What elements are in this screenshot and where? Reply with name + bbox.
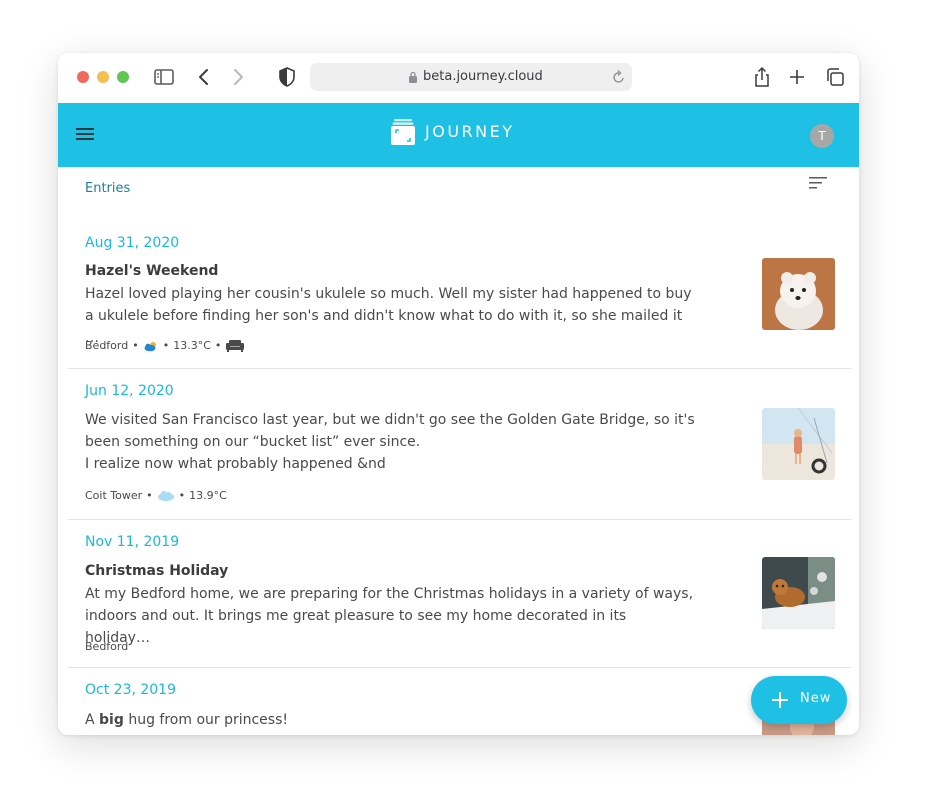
entry-meta: Coit Tower • • 13.9°C xyxy=(85,489,227,502)
brand-name: JOURNEY xyxy=(425,122,515,141)
entry-excerpt-line: We visited San Francisco last year, but … xyxy=(85,412,695,428)
entry-excerpt-line: indoors and out. It brings me great plea… xyxy=(85,608,627,646)
entry-excerpt-text: A xyxy=(85,712,100,728)
menu-icon[interactable] xyxy=(76,127,94,141)
entry-excerpt-bold: big xyxy=(99,712,124,728)
new-entry-label: New xyxy=(800,691,832,706)
entry-meta: Bedford xyxy=(85,640,128,653)
entry-card[interactable]: Oct 23, 2019 A big hug from our princess… xyxy=(68,668,851,735)
new-tab-icon[interactable] xyxy=(785,65,809,89)
plus-icon xyxy=(772,692,788,708)
entry-meta: Bedford • • 13.3°C • xyxy=(85,339,245,352)
back-icon[interactable] xyxy=(192,65,216,89)
entry-photo-beach xyxy=(762,408,835,480)
entry-excerpt-line: Hazel loved playing her cousin's ukulele… xyxy=(85,286,692,302)
reload-icon[interactable] xyxy=(612,69,626,85)
entry-excerpt-line: At my Bedford home, we are preparing for… xyxy=(85,586,694,602)
entry-temperature: 13.9°C xyxy=(189,489,227,502)
partly-cloudy-icon xyxy=(144,341,156,351)
entry-excerpt: At my Bedford home, we are preparing for… xyxy=(85,583,695,649)
entry-date: Jun 12, 2020 xyxy=(85,383,174,399)
entry-excerpt-line: I realize now what probably happened &nd xyxy=(85,456,386,472)
zoom-window-button[interactable] xyxy=(117,71,129,83)
entry-card[interactable]: Aug 31, 2020 Hazel's Weekend Hazel loved… xyxy=(68,221,851,369)
app-header: JOURNEY T xyxy=(58,103,859,167)
share-icon[interactable] xyxy=(750,65,774,89)
entry-photo-puppy-snow xyxy=(762,557,835,629)
entry-card[interactable]: Nov 11, 2019 Christmas Holiday At my Bed… xyxy=(68,520,851,668)
entry-title: Hazel's Weekend xyxy=(85,263,219,279)
address-bar[interactable]: beta.journey.cloud xyxy=(310,63,632,91)
entry-location: Bedford xyxy=(85,339,129,352)
entry-date: Nov 11, 2019 xyxy=(85,534,180,550)
entry-excerpt: We visited San Francisco last year, but … xyxy=(85,409,695,475)
entry-location: Coit Tower xyxy=(85,489,143,502)
entry-photo-dog xyxy=(762,258,835,330)
entry-location: Bedford xyxy=(85,640,129,653)
browser-window: beta.journey.cloud JOURNEY T Entries Aug… xyxy=(58,53,859,735)
entry-excerpt-text: hug from our princess! xyxy=(123,712,288,728)
entries-heading[interactable]: Entries xyxy=(85,181,130,196)
sidebar-icon[interactable] xyxy=(152,65,176,89)
address-url: beta.journey.cloud xyxy=(423,69,543,84)
entry-excerpt-line: been something on our “bucket list” ever… xyxy=(85,434,421,450)
tab-overview-icon[interactable] xyxy=(823,65,847,89)
couch-icon xyxy=(226,340,245,352)
sort-icon[interactable] xyxy=(808,176,828,190)
close-window-button[interactable] xyxy=(77,71,89,83)
entry-date: Oct 23, 2019 xyxy=(85,682,176,698)
entry-title: Christmas Holiday xyxy=(85,563,229,579)
avatar[interactable]: T xyxy=(810,124,834,148)
new-entry-button[interactable]: New xyxy=(751,676,847,724)
minimize-window-button[interactable] xyxy=(97,71,109,83)
cloud-icon xyxy=(157,491,174,501)
entry-card[interactable]: Jun 12, 2020 We visited San Francisco la… xyxy=(68,369,851,520)
lock-icon xyxy=(409,71,417,83)
entry-date: Aug 31, 2020 xyxy=(85,235,180,251)
entry-temperature: 13.3°C xyxy=(173,339,211,352)
privacy-shield-icon[interactable] xyxy=(275,65,299,89)
forward-icon[interactable] xyxy=(226,65,250,89)
entry-excerpt: A big hug from our princess! xyxy=(85,709,695,731)
journey-logo-icon xyxy=(391,119,415,145)
browser-toolbar: beta.journey.cloud xyxy=(58,53,859,103)
